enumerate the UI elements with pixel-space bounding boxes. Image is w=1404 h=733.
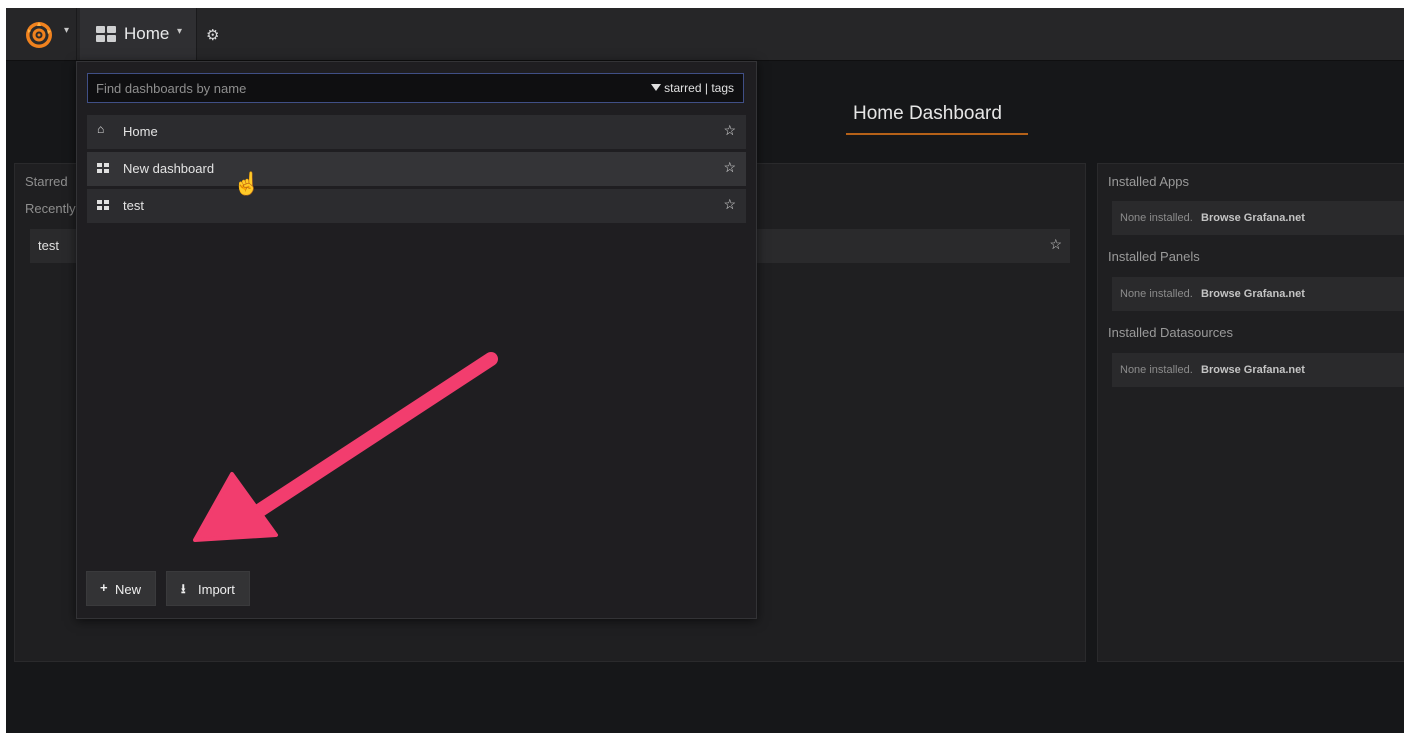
recent-dashboard-label: test xyxy=(38,238,59,253)
browse-grafana-link[interactable]: Browse Grafana.net xyxy=(1201,212,1305,224)
page-title: Home Dashboard xyxy=(853,103,1002,124)
dashboard-search-input[interactable] xyxy=(88,74,624,102)
dashboard-search-dropdown: starred | tags ⌂ Home ☆ New dashboard ☆ … xyxy=(76,61,757,619)
search-result-new-dashboard[interactable]: New dashboard ☆ xyxy=(87,152,746,186)
dashboard-picker-button[interactable]: Home ▾ xyxy=(80,8,197,60)
browse-grafana-link[interactable]: Browse Grafana.net xyxy=(1201,364,1305,376)
search-result-label: Home xyxy=(123,124,158,139)
import-button-label: Import xyxy=(198,582,235,597)
title-underline xyxy=(846,133,1028,135)
star-icon[interactable]: ☆ xyxy=(1049,236,1062,253)
search-result-home[interactable]: ⌂ Home ☆ xyxy=(87,115,746,149)
recent-dashboard-item[interactable]: test xyxy=(30,229,76,263)
installed-apps-heading: Installed Apps xyxy=(1108,174,1189,189)
plugin-list-panel xyxy=(1097,163,1404,662)
new-dashboard-button[interactable]: + New xyxy=(86,571,156,606)
chevron-down-icon: ▾ xyxy=(64,25,70,36)
filter-separator: | xyxy=(704,81,708,95)
none-installed-text: None installed. xyxy=(1120,212,1193,224)
search-box: starred | tags xyxy=(87,73,744,103)
filter-tags-link[interactable]: tags xyxy=(711,81,734,95)
none-installed-text: None installed. xyxy=(1120,364,1193,376)
new-button-label: New xyxy=(115,582,142,597)
dashboard-grid-icon xyxy=(97,163,109,173)
recently-viewed-heading: Recently xyxy=(25,201,76,216)
none-installed-text: None installed. xyxy=(1120,288,1193,300)
installed-datasources-box: None installed. Browse Grafana.net xyxy=(1112,353,1404,387)
download-icon: ⭳ xyxy=(181,581,186,596)
search-result-test[interactable]: test ☆ xyxy=(87,189,746,223)
dashboard-picker-label: Home xyxy=(124,24,170,43)
browse-grafana-link[interactable]: Browse Grafana.net xyxy=(1201,288,1305,300)
plus-icon: + xyxy=(100,580,108,595)
installed-panels-heading: Installed Panels xyxy=(1108,249,1200,264)
search-result-label: test xyxy=(123,198,144,213)
dashboard-grid-icon xyxy=(97,200,109,210)
filter-starred-link[interactable]: starred xyxy=(664,81,701,95)
top-navbar: ▾ Home ▾ ⚙ xyxy=(6,8,1404,61)
installed-apps-box: None installed. Browse Grafana.net xyxy=(1112,201,1404,235)
grafana-logo-icon xyxy=(26,22,52,48)
grafana-menu-button[interactable]: ▾ xyxy=(12,8,77,60)
star-icon[interactable]: ☆ xyxy=(723,159,736,176)
import-dashboard-button[interactable]: ⭳ Import xyxy=(166,571,250,606)
hand-cursor-icon: ☝ xyxy=(233,171,261,196)
star-icon[interactable]: ☆ xyxy=(723,122,736,139)
chevron-down-icon: ▾ xyxy=(177,26,183,37)
screen-border-top xyxy=(0,0,1404,8)
screen-border-left xyxy=(0,0,6,733)
dashboard-grid-icon xyxy=(96,26,116,42)
search-result-label: New dashboard xyxy=(123,161,215,176)
search-filter: starred | tags xyxy=(651,81,734,95)
installed-datasources-heading: Installed Datasources xyxy=(1108,325,1234,340)
home-icon: ⌂ xyxy=(97,122,105,136)
gear-icon[interactable]: ⚙ xyxy=(206,26,219,44)
recent-dashboard-row[interactable]: ☆ xyxy=(756,229,1070,263)
installed-panels-box: None installed. Browse Grafana.net xyxy=(1112,277,1404,311)
starred-heading: Starred xyxy=(25,174,68,189)
star-icon[interactable]: ☆ xyxy=(723,196,736,213)
filter-icon xyxy=(651,84,662,91)
